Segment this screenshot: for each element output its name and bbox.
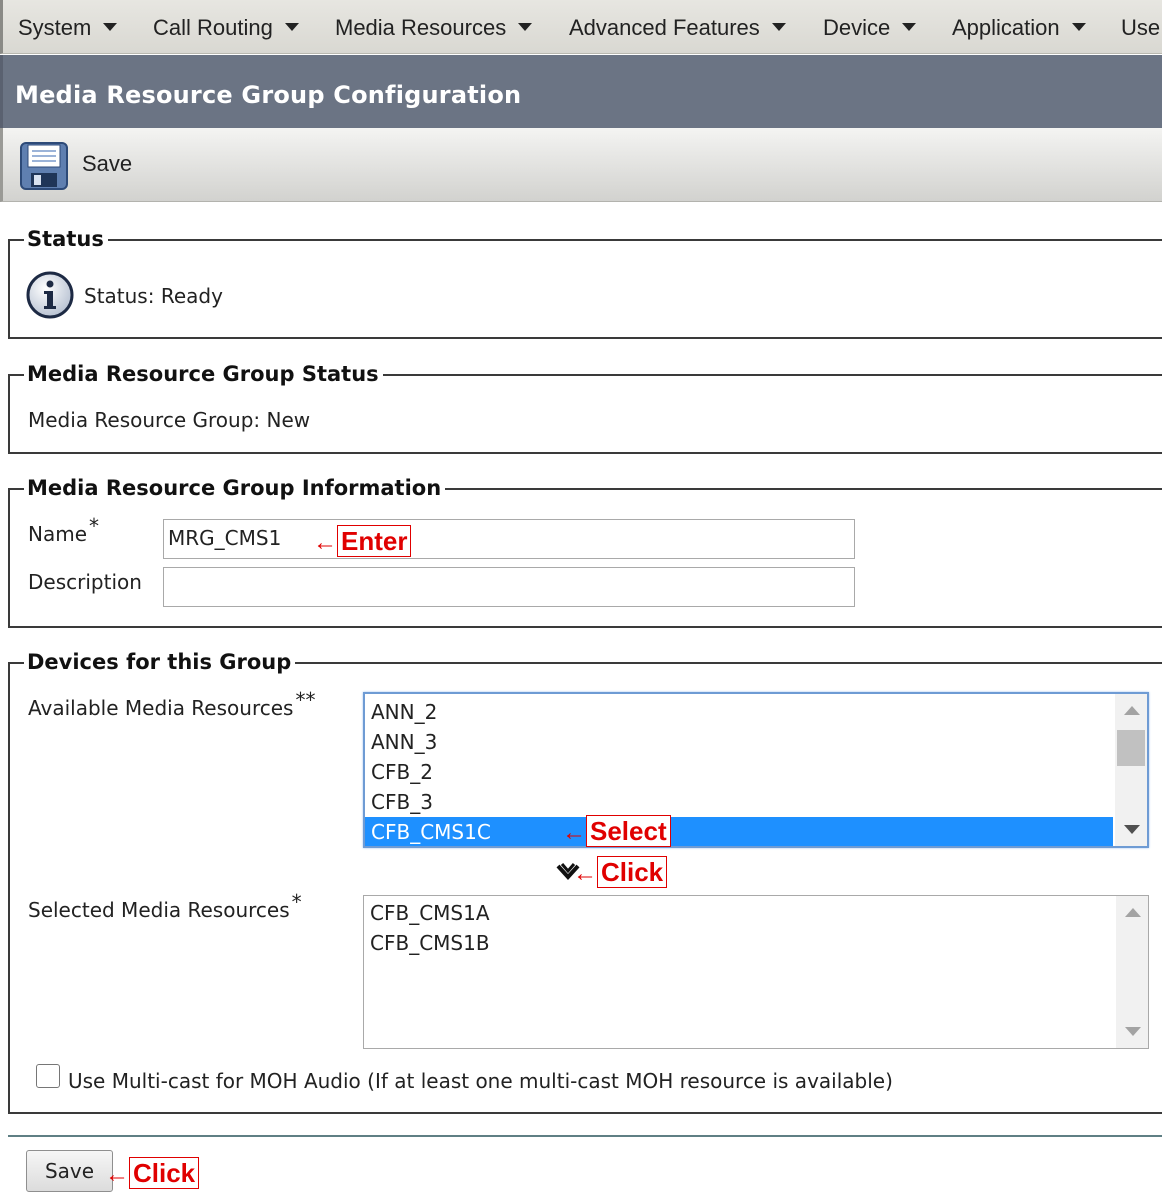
info-icon [26,271,74,319]
left-arrow-icon: ← [573,860,597,887]
menu-device-label: Device [823,15,891,40]
required-mark: * [89,514,100,538]
selected-resources-label: Selected Media Resources * [28,890,302,922]
scroll-down-icon[interactable] [1124,825,1140,834]
list-item[interactable]: CFB_CMS1B [364,928,1114,958]
scroll-down-icon[interactable] [1125,1027,1141,1036]
menu-device[interactable]: Device [823,0,917,53]
status-text: Status: Ready [84,284,223,308]
chevron-down-icon [518,23,533,32]
title-bar: Media Resource Group Configuration [0,55,1162,128]
annotation-enter-label: Enter [337,525,412,557]
annotation-click-move-label: Click [597,856,668,888]
chevron-down-icon [771,23,786,32]
required-mark: * [291,890,302,914]
multicast-checkbox[interactable] [36,1064,60,1088]
save-button[interactable]: Save [26,1150,113,1192]
menu-user[interactable]: Use [1121,0,1161,53]
top-menu-bar: System Call Routing Media Resources Adva… [0,0,1162,54]
available-resources-listbox[interactable]: ANN_2 ANN_3 CFB_2 CFB_3 CFB_CMS1C [363,692,1149,848]
group-info-legend: Media Resource Group Information [24,474,446,502]
annotation-select-label: Select [586,815,671,847]
list-item[interactable]: CFB_CMS1A [364,898,1114,928]
toolbar: Save [0,128,1162,202]
menu-media-resources[interactable]: Media Resources [335,0,533,53]
selected-resources-label-text: Selected Media Resources [28,898,290,922]
name-input[interactable]: MRG_CMS1 [163,519,855,559]
menu-advanced-features-label: Advanced Features [569,15,760,40]
left-arrow-icon: ← [313,529,337,556]
chevron-down-icon [284,23,299,32]
name-label-text: Name [28,522,88,546]
floppy-disk-save-icon[interactable] [19,141,69,191]
chevron-down-icon [902,23,917,32]
page-title: Media Resource Group Configuration [15,81,522,109]
annotation-click-save: ← Click [105,1157,200,1190]
description-input[interactable] [163,567,855,607]
description-label: Description [28,570,142,594]
name-input-value: MRG_CMS1 [168,526,282,550]
chevron-down-icon [1071,23,1086,32]
group-status-text: Media Resource Group: New [28,408,311,432]
group-status-legend: Media Resource Group Status [24,360,383,388]
menu-application-label: Application [952,15,1060,40]
devices-legend: Devices for this Group [24,648,296,676]
menu-advanced-features[interactable]: Advanced Features [569,0,786,53]
menu-system-label: System [18,15,92,40]
scroll-thumb[interactable] [1117,730,1145,766]
scroll-up-icon[interactable] [1125,908,1141,917]
annotation-enter: ← Enter [313,525,412,558]
selected-resources-listbox[interactable]: CFB_CMS1A CFB_CMS1B [363,895,1149,1049]
menu-media-resources-label: Media Resources [335,15,507,40]
selected-scrollbar[interactable] [1116,896,1148,1048]
available-resources-label: Available Media Resources ** [28,688,315,720]
list-item[interactable]: ANN_3 [365,727,1113,757]
menu-call-routing-label: Call Routing [153,15,273,40]
menu-user-label: Use [1121,15,1161,40]
list-item[interactable]: CFB_2 [365,757,1113,787]
menu-call-routing[interactable]: Call Routing [153,0,299,53]
available-scrollbar[interactable] [1115,694,1147,846]
menu-system[interactable]: System [18,0,118,53]
list-item[interactable]: ANN_2 [365,697,1113,727]
available-resources-label-text: Available Media Resources [28,696,294,720]
required-mark: ** [295,688,316,712]
name-label: Name * [28,514,99,546]
multicast-label: Use Multi-cast for MOH Audio (If at leas… [68,1069,893,1093]
menu-application[interactable]: Application [952,0,1086,53]
left-arrow-icon: ← [105,1161,129,1188]
divider [8,1135,1162,1137]
annotation-click-save-label: Click [129,1157,200,1189]
status-legend: Status [24,225,108,253]
annotation-select: ← Select [562,815,671,848]
list-item[interactable]: CFB_3 [365,787,1113,817]
list-item-selected[interactable]: CFB_CMS1C [365,817,1113,846]
chevron-down-icon [103,23,118,32]
annotation-click-move: ← Click [573,856,668,889]
scroll-up-icon[interactable] [1124,706,1140,715]
left-arrow-icon: ← [562,819,586,846]
toolbar-save-button[interactable]: Save [82,151,132,177]
